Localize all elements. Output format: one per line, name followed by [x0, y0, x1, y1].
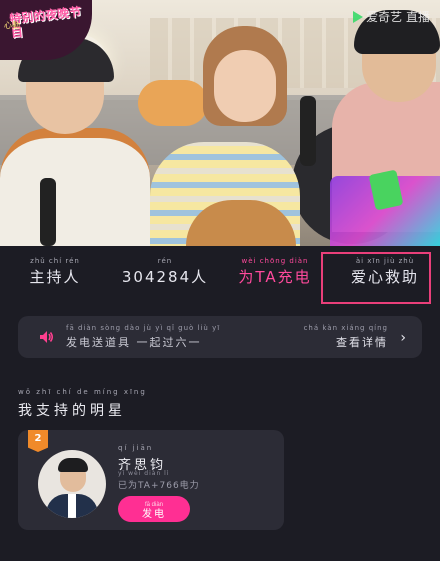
detail-pinyin: chá kàn xiáng qíng [303, 324, 388, 332]
avatar-hair [58, 458, 88, 472]
performer-center-face [214, 50, 276, 122]
show-logo-sub: 心動 [4, 21, 20, 30]
charge-button[interactable]: fā diàn 发电 [118, 496, 190, 522]
stat-viewers: rén 304284人 [110, 256, 220, 304]
rank-badge: 2 [28, 430, 48, 452]
charge-label: 发电 [142, 508, 166, 520]
power-pinyin: yǐ wèi diàn lì [118, 470, 170, 477]
watermark-text: 爱奇艺 直播 [366, 10, 430, 24]
view-details-link[interactable]: 查看详情 [336, 334, 388, 350]
stat-pinyin: wèi chōng diàn [241, 257, 309, 265]
platform-watermark: 爱奇艺 直播 [353, 8, 430, 25]
banner-text: 发电送道具 一起过六一 [66, 336, 202, 349]
live-video[interactable]: 特别的夜晚节目 心動 爱奇艺 直播 [0, 0, 440, 246]
promo-banner[interactable]: fā diàn sòng dào jù yì qǐ guò liù yī 发电送… [18, 316, 422, 358]
star-card: 2 qí jiān 齐思钧 yǐ wèi diàn lì 已为TA+766电力 … [18, 430, 284, 530]
stat-pinyin: rén [157, 257, 173, 265]
section-title: 我支持的明星 [18, 403, 126, 419]
section-pinyin: wǒ zhī chí de míng xīng [18, 388, 147, 396]
stat-host[interactable]: zhǔ chí rén 主持人 [0, 256, 110, 304]
microphone [40, 178, 56, 246]
microphone [300, 96, 316, 166]
stat-value: 主持人 [29, 268, 81, 286]
performer-left [0, 128, 150, 246]
power-text: 已为TA+766电力 [118, 481, 200, 491]
show-logo-text: 特别的夜晚节目 [8, 4, 82, 41]
charity-highlight-box [321, 252, 431, 304]
star-name-pinyin: qí jiān [118, 444, 154, 452]
charge-pinyin: fā diàn [144, 501, 163, 508]
avatar-shirt [68, 494, 76, 518]
stat-charge[interactable]: wèi chōng diàn 为TA充电 [220, 256, 330, 304]
chevron-right-icon[interactable]: › [400, 330, 406, 346]
stat-pinyin: zhǔ chí rén [30, 257, 80, 265]
speaker-icon [40, 331, 53, 343]
stat-value: 304284人 [121, 268, 209, 286]
stat-value: 为TA充电 [238, 268, 312, 286]
play-logo-icon [353, 10, 364, 23]
plush-toy [138, 80, 208, 126]
avatar[interactable] [38, 450, 106, 518]
banner-pinyin: fā diàn sòng dào jù yì qǐ guò liù yī [66, 324, 221, 332]
